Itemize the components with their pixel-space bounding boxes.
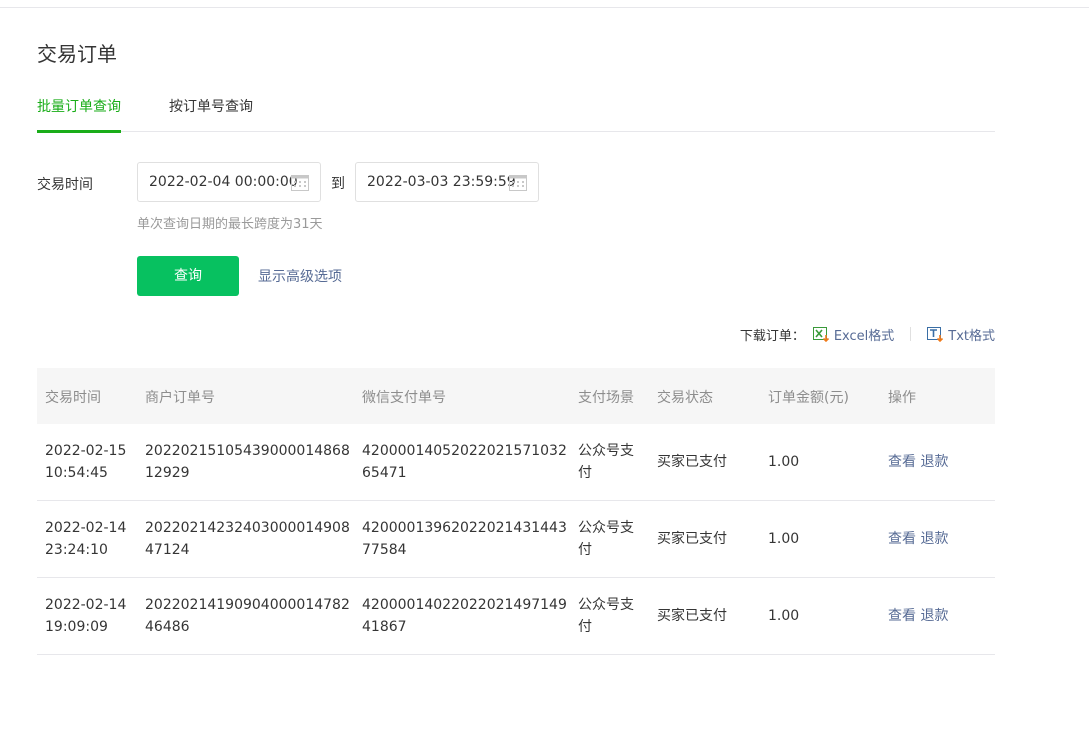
- end-date-input[interactable]: 2022-03-03 23:59:59: [355, 162, 539, 202]
- end-date-value: 2022-03-03 23:59:59: [367, 174, 516, 190]
- refund-link[interactable]: 退款: [920, 454, 948, 470]
- cell-merchant-order: 20220214232403000014908 47124: [145, 520, 350, 558]
- cell-trade-status: 买家已支付: [657, 608, 727, 624]
- cell-merchant-order: 20220214190904000014782 46486: [145, 597, 350, 635]
- cell-pay-scene: 公众号支付: [578, 443, 634, 481]
- cell-trade-status: 买家已支付: [657, 531, 727, 547]
- cell-actions: 查看 退款: [888, 605, 948, 627]
- table-row: 2022-02-14 19:09:09 20220214190904000014…: [37, 578, 995, 655]
- start-date-input[interactable]: 2022-02-04 00:00:00: [137, 162, 321, 202]
- cell-merchant-order: 20220215105439000014868 12929: [145, 443, 350, 481]
- header-trade-time: 交易时间: [45, 390, 101, 406]
- date-range-separator: 到: [331, 176, 345, 192]
- download-bar: 下载订单： Excel格式 Txt格式: [739, 325, 995, 344]
- cell-order-amount: 1.00: [768, 608, 800, 624]
- cell-actions: 查看 退款: [888, 451, 948, 473]
- query-button[interactable]: 查询: [137, 256, 239, 296]
- table-row: 2022-02-14 23:24:10 20220214232403000014…: [37, 501, 995, 578]
- header-merchant-order: 商户订单号: [145, 390, 215, 406]
- view-link[interactable]: 查看: [888, 608, 916, 624]
- refund-link[interactable]: 退款: [920, 608, 948, 624]
- trade-time-label: 交易时间: [37, 177, 93, 193]
- header-actions: 操作: [888, 390, 916, 406]
- top-divider: [0, 7, 1089, 8]
- cell-pay-scene: 公众号支付: [578, 520, 634, 558]
- date-range-hint: 单次查询日期的最长跨度为31天: [137, 217, 323, 232]
- cell-pay-scene: 公众号支付: [578, 597, 634, 635]
- cell-order-amount: 1.00: [768, 531, 800, 547]
- excel-icon: [812, 326, 829, 342]
- download-label: 下载订单：: [739, 328, 805, 344]
- header-pay-scene: 支付场景: [578, 390, 634, 406]
- page-title: 交易订单: [37, 42, 117, 66]
- header-trade-status: 交易状态: [657, 390, 713, 406]
- cell-wechat-order: 42000013962022021431443 77584: [362, 520, 567, 558]
- show-advanced-options-link[interactable]: 显示高级选项: [258, 266, 342, 286]
- download-excel-link[interactable]: Excel格式: [812, 325, 895, 344]
- tab-batch-query[interactable]: 批量订单查询: [37, 96, 121, 133]
- cell-order-amount: 1.00: [768, 454, 800, 470]
- download-txt-label: Txt格式: [948, 328, 995, 344]
- download-separator: [910, 327, 912, 341]
- download-excel-label: Excel格式: [833, 328, 895, 344]
- calendar-icon: [291, 175, 309, 191]
- tab-order-number-query[interactable]: 按订单号查询: [169, 96, 253, 132]
- download-txt-link[interactable]: Txt格式: [927, 325, 995, 344]
- cell-actions: 查看 退款: [888, 528, 948, 550]
- cell-trade-status: 买家已支付: [657, 454, 727, 470]
- table-header: 交易时间 商户订单号 微信支付单号 支付场景 交易状态 订单金额(元) 操作: [37, 368, 995, 424]
- start-date-value: 2022-02-04 00:00:00: [149, 174, 298, 190]
- cell-wechat-order: 42000014022022021497149 41867: [362, 597, 567, 635]
- table-row: 2022-02-15 10:54:45 20220215105439000014…: [37, 424, 995, 501]
- header-wechat-order: 微信支付单号: [362, 390, 446, 406]
- cell-trade-time: 2022-02-15 10:54:45: [45, 443, 127, 481]
- orders-table: 交易时间 商户订单号 微信支付单号 支付场景 交易状态 订单金额(元) 操作 2…: [37, 368, 995, 655]
- cell-trade-time: 2022-02-14 19:09:09: [45, 597, 127, 635]
- view-link[interactable]: 查看: [888, 531, 916, 547]
- refund-link[interactable]: 退款: [920, 531, 948, 547]
- calendar-icon: [509, 175, 527, 191]
- cell-wechat-order: 42000014052022021571032 65471: [362, 443, 567, 481]
- view-link[interactable]: 查看: [888, 454, 916, 470]
- tab-bar: 批量订单查询 按订单号查询: [37, 92, 995, 133]
- txt-icon: [927, 326, 944, 342]
- cell-trade-time: 2022-02-14 23:24:10: [45, 520, 127, 558]
- header-order-amount: 订单金额(元): [768, 390, 849, 406]
